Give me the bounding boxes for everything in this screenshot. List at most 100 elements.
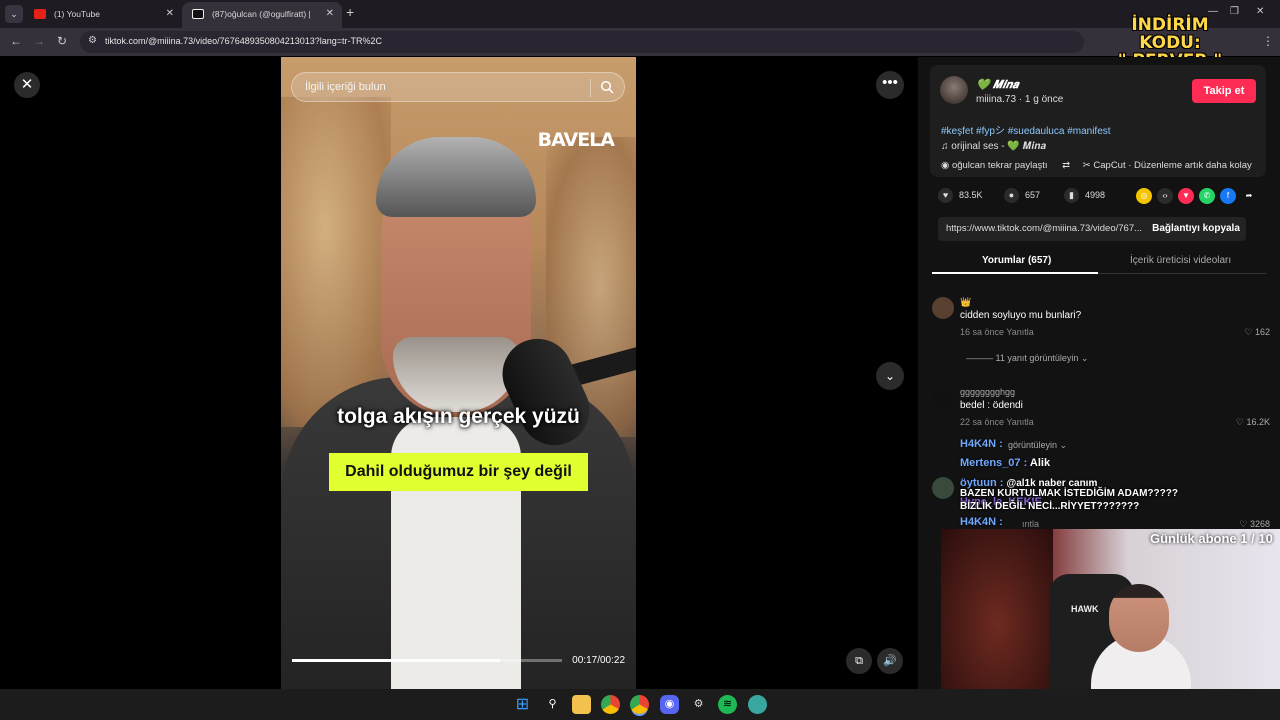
repost-line: ◉ oğulcan tekrar paylaştı ⇄ ✂ CapCut · D… [941,160,1252,171]
comment-button[interactable]: ● 657 [1004,188,1040,203]
chrome-icon[interactable] [630,695,649,714]
chat-message: H4K4N : [960,516,1003,528]
share-icon[interactable]: ➦ [1241,188,1257,204]
chat-user: Mertens_07 : [960,457,1028,469]
app-globe-icon[interactable] [748,695,767,714]
search-icon[interactable]: ⚲ [543,695,562,714]
avatar[interactable] [940,76,968,104]
search-divider [590,79,591,97]
comment-text: bedel : ödendi [960,400,1023,411]
comment-meta[interactable]: 16 sa önce Yanıtla [960,327,1034,337]
avatar[interactable] [932,297,954,319]
view-replies-label: görüntüleyin [1008,440,1058,450]
music-note-icon: ♫ [941,141,952,152]
post-info-card: 💚 𝑴𝒊𝒏𝒂 miiina.73 · 1 g önce Takip et #ke… [930,65,1266,177]
volume-icon: 🔊 [883,655,897,667]
related-search-input[interactable]: İlgili içeriği bulun [291,72,625,102]
green-heart-icon: 💚 [976,79,990,91]
send-icon[interactable]: ▼ [1178,188,1194,204]
chat-message: H4K4N : [960,438,1003,450]
taskbar: ⊞ ⚲ ◉ ⚙ ≋ [0,689,1280,720]
picture-in-picture-button[interactable]: ⧉ [846,648,872,674]
video-progress-bar[interactable] [292,659,562,662]
avatar[interactable] [932,387,954,409]
close-tab-icon[interactable]: ✕ [326,2,334,26]
video-player[interactable]: İlgili içeriği bulun BAVELA tolga akışın… [281,57,636,689]
share-link-text[interactable]: https://www.tiktok.com/@miiina.73/video/… [946,223,1142,234]
video-progress-fill [292,659,500,662]
tab-youtube[interactable]: (1) YouTube ✕ [24,2,182,28]
reload-icon[interactable]: ↻ [57,34,67,48]
repost-icon: ⇄ [1062,160,1071,171]
share-link-box: https://www.tiktok.com/@miiina.73/video/… [938,217,1246,241]
discord-icon[interactable]: ◉ [660,695,679,714]
video-caption-highlight: Dahil olduğumuz bir şey değil [329,453,588,491]
video-time: 00:17/00:22 [572,655,625,666]
file-explorer-icon[interactable] [572,695,591,714]
comment-icon: ● [1004,188,1019,203]
comment-author[interactable]: gggggggghgg [960,387,1015,397]
post-hashtags[interactable]: #keşfet #fypシ #suedauluca #manifest [941,122,1111,137]
like-count: 83.5K [959,189,983,200]
comment-like-count[interactable]: ♡ 162 [1244,327,1270,338]
comment-meta[interactable]: ıntla [1022,519,1039,529]
url-field[interactable]: ⚙ tiktok.com/@miiina.73/video/7676489350… [80,31,1084,53]
back-icon[interactable]: ← [10,34,22,48]
tiktok-icon [192,9,204,19]
whatsapp-icon[interactable]: ✆ [1199,188,1215,204]
close-video-button[interactable]: ✕ [14,72,40,98]
volume-button[interactable]: 🔊 [877,648,903,674]
capcut-link[interactable]: CapCut · Düzenleme artık daha kolay [1093,160,1251,171]
chat-message: Mertens_07 : Alik [960,457,1050,469]
view-replies-button[interactable]: ——— 11 yanıt görüntüleyin ⌄ [966,353,1088,364]
avatar[interactable] [932,477,954,499]
embed-icon[interactable]: ‹› [1157,188,1173,204]
close-window-icon[interactable]: ✕ [1256,6,1264,17]
post-sound[interactable]: ♫ orijinal ses - 💚 𝑴𝒊𝒏𝒂 [941,141,1046,152]
forward-icon[interactable]: → [33,34,45,48]
next-video-button[interactable]: ⌄ [876,362,904,390]
comment-author[interactable]: 👑 [960,297,971,308]
promo-line-1: İNDİRİM KODU: [1131,15,1209,53]
more-icon: ••• [882,74,898,91]
comment-like-count[interactable]: ♡ 16.2K [1236,417,1270,428]
site-info-icon[interactable]: ⚙ [88,35,97,46]
tab-tiktok-label: (87)oğulcan (@ogulfiratt) | [212,9,311,19]
active-tab-indicator [932,272,1098,274]
browser-menu-icon[interactable]: ⋮ [1262,34,1274,48]
author-display-name[interactable]: 💚 𝑴𝒊𝒏𝒂 [976,78,1018,92]
comment-text: cidden soyluyo mu bunlari? [960,310,1082,321]
tab-search-dropdown-icon[interactable]: ⌄ [5,5,23,23]
steam-icon[interactable]: ⚙ [689,695,708,714]
search-icon[interactable] [600,80,614,94]
tab-tiktok[interactable]: (87)oğulcan (@ogulfiratt) | ✕ [182,2,342,28]
search-placeholder: İlgili içeriği bulun [305,81,386,93]
tab-youtube-label: (1) YouTube [54,9,100,19]
tab-creator-videos[interactable]: İçerik üreticisi videoları [1130,255,1231,266]
coin-icon[interactable]: ◎ [1136,188,1152,204]
windows-start-icon[interactable]: ⊞ [513,695,532,714]
comment-like-value: 16.2K [1246,417,1270,427]
new-tab-icon[interactable]: + [346,4,354,20]
chat-text: Alik [1029,457,1051,469]
close-tab-icon[interactable]: ✕ [166,2,174,26]
address-bar-row: ← → ↻ ⚙ tiktok.com/@miiina.73/video/7676… [0,28,1280,56]
tab-comments[interactable]: Yorumlar (657) [982,255,1051,266]
view-replies-button[interactable]: görüntüleyin ⌄ [1008,440,1067,451]
sub-counter: Günlük abone 1 / 10 [1150,531,1273,546]
comment-meta[interactable]: 22 sa önce Yanıtla [960,417,1034,427]
video-watermark-brand: BAVELA [537,129,615,151]
comment-like-value: 3268 [1249,519,1270,529]
repost-text: oğulcan tekrar paylaştı [951,160,1048,171]
save-button[interactable]: ▮ 4998 [1064,188,1105,203]
copy-link-button[interactable]: Bağlantıyı kopyala [1146,217,1246,241]
facebook-icon[interactable]: f [1220,188,1236,204]
bookmark-icon: ▮ [1064,188,1079,203]
like-button[interactable]: ♥ 83.5K [938,188,983,203]
comment-like-value: 162 [1254,327,1270,337]
spotify-icon[interactable]: ≋ [718,695,737,714]
chrome-icon[interactable] [601,695,620,714]
more-options-button[interactable]: ••• [876,71,904,99]
heart-icon: ♥ [938,188,953,203]
follow-button[interactable]: Takip et [1192,79,1256,103]
